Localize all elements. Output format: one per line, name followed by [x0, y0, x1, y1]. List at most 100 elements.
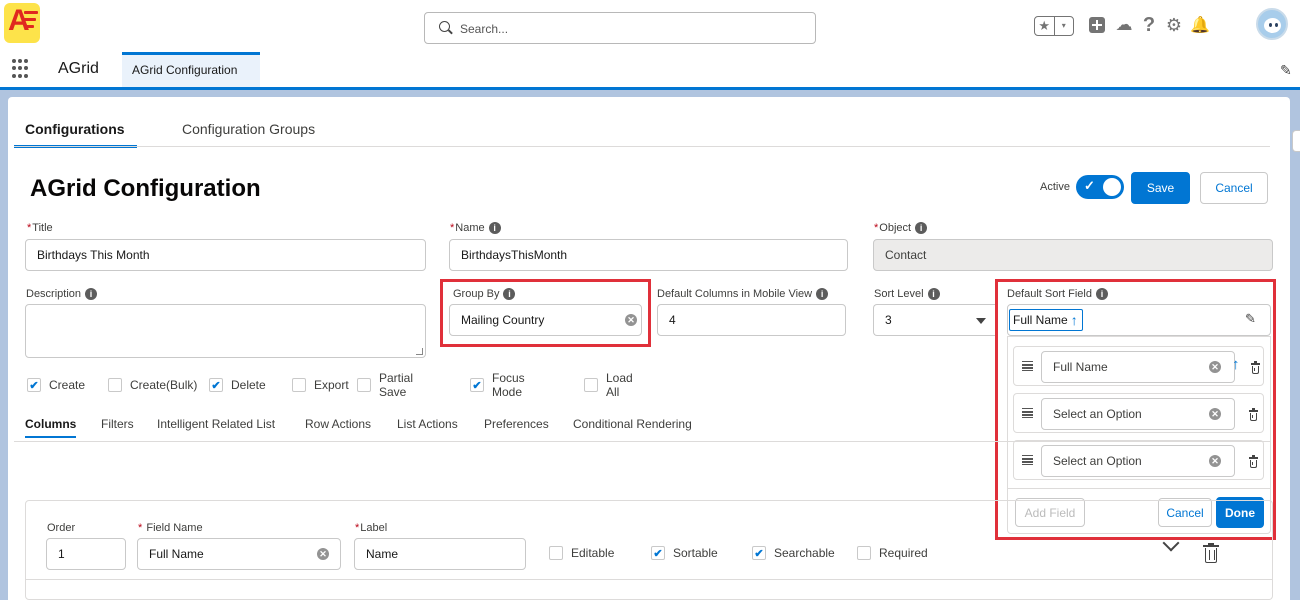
clear-icon[interactable]: ✕: [625, 314, 637, 326]
app-name: AGrid: [58, 60, 99, 77]
editable-checkbox[interactable]: [549, 546, 563, 560]
subtab-columns[interactable]: Columns: [25, 417, 77, 438]
partial-save-checkbox[interactable]: [357, 378, 371, 392]
arrow-up-icon: ↑: [1070, 312, 1078, 328]
app-navigation-bar: AGrid AGrid Configuration ✎: [0, 50, 1300, 90]
tabs-divider: [14, 146, 1270, 147]
resize-handle-icon[interactable]: [416, 348, 423, 355]
sort-field-pill[interactable]: Full Name ↑: [1009, 309, 1083, 331]
group-by-field[interactable]: Mailing Country ✕: [449, 304, 642, 336]
subtab-intelligent-related-list[interactable]: Intelligent Related List: [157, 417, 275, 431]
active-toggle-label: Active: [1040, 181, 1070, 193]
sort-field-select[interactable]: Select an Option ✕: [1041, 398, 1235, 430]
create-bulk-checkbox[interactable]: [108, 378, 122, 392]
clear-icon[interactable]: ✕: [1209, 408, 1221, 420]
mobile-columns-label: Default Columns in Mobile View i: [657, 288, 829, 300]
field-name-select[interactable]: Full Name ✕: [137, 538, 341, 570]
global-search[interactable]: [424, 12, 816, 44]
required-checkbox[interactable]: [857, 546, 871, 560]
drag-handle-icon[interactable]: [1022, 361, 1033, 371]
mobile-columns-field[interactable]: 4: [657, 304, 846, 336]
trash-icon[interactable]: [1249, 455, 1258, 468]
app-launcher-icon[interactable]: [12, 59, 32, 79]
title-field[interactable]: Birthdays This Month: [25, 239, 426, 271]
trash-icon[interactable]: [1249, 408, 1258, 421]
subtab-list-actions[interactable]: List Actions: [397, 417, 458, 431]
focus-mode-checkbox[interactable]: ✔: [470, 378, 484, 392]
popover-divider: [1008, 488, 1270, 489]
info-icon: i: [85, 288, 98, 300]
help-icon[interactable]: ?: [1140, 14, 1158, 36]
bell-icon[interactable]: 🔔: [1190, 14, 1210, 36]
chevron-down-icon[interactable]: ▾: [1053, 17, 1074, 35]
column-label-label: *Label: [355, 522, 388, 534]
export-checkbox-item[interactable]: Export: [292, 378, 349, 392]
cancel-button[interactable]: Cancel: [1200, 172, 1268, 204]
create-bulk-checkbox-item[interactable]: Create(Bulk): [108, 378, 197, 392]
tab-configurations[interactable]: Configurations: [14, 121, 137, 148]
arrow-up-icon[interactable]: ↑: [1232, 356, 1240, 373]
delete-checkbox[interactable]: ✔: [209, 378, 223, 392]
sortable-checkbox[interactable]: ✔: [651, 546, 665, 560]
pencil-icon[interactable]: ✎: [1280, 62, 1292, 79]
save-button[interactable]: Save: [1131, 172, 1190, 204]
avatar[interactable]: [1256, 8, 1288, 40]
search-icon: [439, 21, 450, 32]
app-logo[interactable]: A: [4, 3, 40, 43]
tab-configuration-groups[interactable]: Configuration Groups: [182, 121, 315, 137]
partial-save-checkbox-item[interactable]: Partial Save: [357, 371, 413, 399]
subtabs-divider: [14, 441, 1270, 442]
searchable-checkbox-item[interactable]: ✔ Searchable: [752, 546, 835, 560]
global-actions-add-icon[interactable]: [1087, 14, 1107, 36]
sort-field-select[interactable]: Full Name ✕: [1041, 351, 1235, 383]
column-label-field[interactable]: Name: [354, 538, 526, 570]
name-field[interactable]: BirthdaysThisMonth: [449, 239, 848, 271]
global-header: A ★ ▾ ☁ ? ⚙ 🔔: [0, 0, 1300, 50]
order-label: Order: [47, 522, 76, 534]
delete-checkbox-item[interactable]: ✔ Delete: [209, 378, 266, 392]
export-checkbox[interactable]: [292, 378, 306, 392]
create-checkbox-item[interactable]: ✔ Create: [27, 378, 85, 392]
sort-row: Select an Option ✕: [1013, 393, 1264, 433]
info-icon: i: [816, 288, 829, 300]
clear-icon[interactable]: ✕: [317, 548, 329, 560]
search-input[interactable]: [460, 20, 800, 38]
drag-handle-icon[interactable]: [1022, 455, 1033, 465]
title-label: *Title: [27, 222, 53, 234]
subtab-conditional-rendering[interactable]: Conditional Rendering: [573, 417, 692, 431]
trash-icon[interactable]: [1251, 361, 1260, 374]
chevron-down-icon[interactable]: [1163, 537, 1179, 553]
required-checkbox-item[interactable]: Required: [857, 546, 928, 560]
clear-icon[interactable]: ✕: [1209, 361, 1221, 373]
favorites-button-group[interactable]: ★ ▾: [1034, 16, 1074, 36]
focus-mode-checkbox-item[interactable]: ✔ Focus Mode: [470, 371, 525, 399]
sort-field-select[interactable]: Select an Option ✕: [1041, 445, 1235, 477]
chevron-down-icon[interactable]: [976, 318, 986, 324]
description-textarea[interactable]: [25, 304, 426, 358]
nav-tab-agrid-configuration[interactable]: AGrid Configuration: [122, 52, 260, 87]
side-panel-handle[interactable]: [1292, 130, 1300, 152]
clear-icon[interactable]: ✕: [1209, 455, 1221, 467]
order-field[interactable]: 1: [46, 538, 126, 570]
trash-icon[interactable]: [1203, 543, 1219, 563]
sort-row: Select an Option ✕: [1013, 440, 1264, 480]
description-label: Description i: [26, 288, 98, 300]
star-icon[interactable]: ★: [1035, 17, 1054, 35]
object-label: *Object i: [874, 222, 928, 234]
drag-handle-icon[interactable]: [1022, 408, 1033, 418]
load-all-checkbox-item[interactable]: Load All: [584, 371, 633, 399]
searchable-checkbox[interactable]: ✔: [752, 546, 766, 560]
load-all-checkbox[interactable]: [584, 378, 598, 392]
pencil-icon[interactable]: ✎: [1245, 311, 1256, 327]
info-icon: i: [503, 288, 516, 300]
create-checkbox[interactable]: ✔: [27, 378, 41, 392]
editable-checkbox-item[interactable]: Editable: [549, 546, 614, 560]
gear-icon[interactable]: ⚙: [1164, 14, 1184, 36]
subtab-preferences[interactable]: Preferences: [484, 417, 549, 431]
sort-row: Full Name ✕ ↑: [1013, 346, 1264, 386]
sortable-checkbox-item[interactable]: ✔ Sortable: [651, 546, 718, 560]
trailhead-icon[interactable]: ☁: [1113, 14, 1135, 36]
subtab-filters[interactable]: Filters: [101, 417, 134, 431]
subtab-row-actions[interactable]: Row Actions: [305, 417, 371, 431]
active-toggle[interactable]: ✓: [1076, 175, 1124, 199]
